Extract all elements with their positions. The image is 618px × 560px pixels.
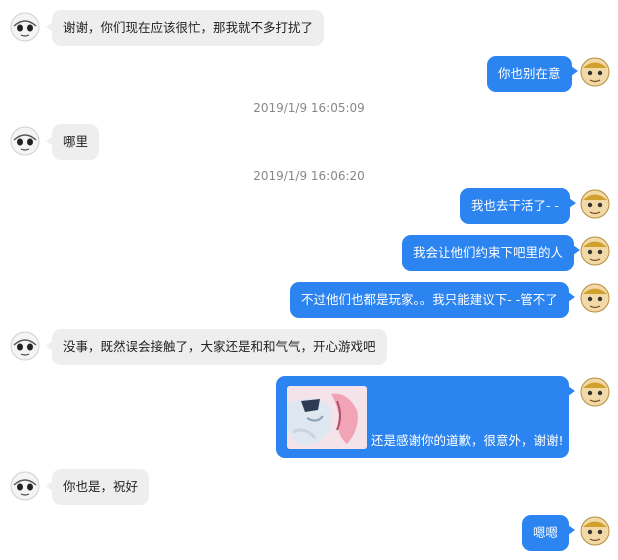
message-text: 没事，既然误会接触了，大家还是和和气气，开心游戏吧 xyxy=(63,339,376,354)
outgoing-message: 我会让他们约束下吧里的人 xyxy=(402,235,581,271)
outgoing-message: 我也去干活了- - xyxy=(460,188,576,224)
timestamp: 2019/1/9 16:05:09 xyxy=(253,101,365,115)
user-avatar-icon[interactable] xyxy=(580,516,610,546)
outgoing-message: 你也别在意 xyxy=(487,56,577,92)
incoming-message: 谢谢，你们现在应该很忙，那我就不多打扰了 xyxy=(45,10,325,46)
message-text: 哪里 xyxy=(63,134,89,149)
outgoing-message: 嗯嗯 xyxy=(522,515,576,551)
outgoing-image-message[interactable]: 还是感谢你的道歉，很意外，谢谢! xyxy=(276,376,575,458)
incoming-message: 哪里 xyxy=(45,124,100,160)
message-text: 你也别在意 xyxy=(498,66,561,81)
user-avatar-icon[interactable] xyxy=(580,377,610,407)
user-avatar-icon[interactable] xyxy=(580,236,610,266)
user-avatar-icon[interactable] xyxy=(580,189,610,219)
message-text: 我也去干活了- - xyxy=(471,198,559,213)
message-text: 你也是，祝好 xyxy=(63,479,139,494)
incoming-message: 你也是，祝好 xyxy=(45,469,150,505)
message-text: 还是感谢你的道歉，很意外，谢谢! xyxy=(371,433,564,448)
message-text: 我会让他们约束下吧里的人 xyxy=(413,245,564,260)
contact-avatar-icon[interactable] xyxy=(10,471,40,501)
message-text: 谢谢，你们现在应该很忙，那我就不多打扰了 xyxy=(63,20,314,35)
message-text: 嗯嗯 xyxy=(533,525,559,540)
message-text: 不过他们也都是玩家。。我只能建议下- -管不了 xyxy=(301,292,558,307)
contact-avatar-icon[interactable] xyxy=(10,12,40,42)
outgoing-message: 不过他们也都是玩家。。我只能建议下- -管不了 xyxy=(290,282,575,318)
user-avatar-icon[interactable] xyxy=(580,57,610,87)
timestamp: 2019/1/9 16:06:20 xyxy=(253,169,365,183)
user-avatar-icon[interactable] xyxy=(580,283,610,313)
incoming-message: 没事，既然误会接触了，大家还是和和气气，开心游戏吧 xyxy=(46,329,387,365)
image-thumbnail[interactable] xyxy=(287,386,367,449)
contact-avatar-icon[interactable] xyxy=(10,126,40,156)
contact-avatar-icon[interactable] xyxy=(10,331,40,361)
chat-window: 谢谢，你们现在应该很忙，那我就不多打扰了 你也别在意 2019/1/9 16:0… xyxy=(0,0,618,560)
